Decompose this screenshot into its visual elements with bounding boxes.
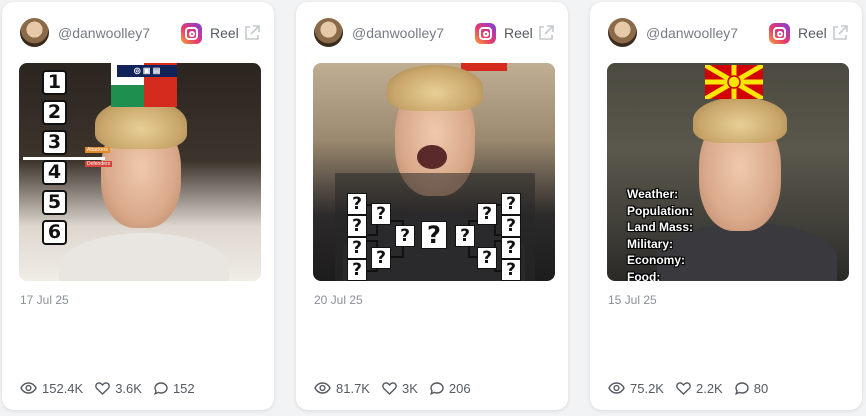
stat-line: Food: (627, 269, 661, 282)
bracket-slot: ? (477, 247, 497, 269)
instagram-icon (769, 23, 790, 44)
bracket-slot: ? (501, 193, 521, 215)
rank-banner: ◎ ▣ ▤ (117, 65, 177, 77)
rank-number: 1 (42, 70, 67, 95)
card-header: @danwoolley7 Reel (296, 2, 568, 64)
engagement-stats: 152.4K 3.6K 152 (20, 379, 207, 397)
card-header: @danwoolley7 Reel (2, 2, 274, 64)
comments-stat: 80 (734, 380, 769, 396)
video-thumbnail[interactable]: Weather: Population: Land Mass: Military… (607, 63, 849, 281)
post-date: 17 Jul 25 (20, 293, 69, 307)
shirt (59, 233, 229, 281)
card-header: @danwoolley7 Reel (590, 2, 862, 64)
avatar[interactable] (314, 18, 343, 47)
comments-stat: 152 (154, 381, 195, 396)
views-stat: 152.4K (20, 381, 83, 396)
bracket-slot: ? (477, 203, 497, 225)
post-date: 20 Jul 25 (314, 293, 363, 307)
avatar[interactable] (608, 18, 637, 47)
eye-icon (20, 382, 37, 394)
comments-count: 206 (448, 380, 471, 396)
external-link-icon[interactable] (831, 24, 849, 42)
views-count: 152.4K (42, 380, 84, 396)
views-count: 75.2K (630, 380, 664, 396)
stat-list-overlay: Weather: Population: Land Mass: Military… (627, 186, 693, 281)
video-thumbnail[interactable]: ? ? ? ? ? ? ? ? ? ? ? ? ? ? ? (313, 63, 555, 281)
rank-number: 5 (42, 190, 67, 215)
heart-icon (676, 381, 691, 395)
video-thumbnail[interactable]: ◎ ▣ ▤ 1 2 3 4 5 6 Attackers Defenders (19, 63, 261, 281)
stat-line: Military: (627, 236, 674, 251)
mouth (417, 145, 447, 169)
bracket-slot: ? (501, 259, 521, 281)
bracket-slot: ? (347, 237, 367, 259)
comment-icon (734, 381, 749, 395)
avatar[interactable] (20, 18, 49, 47)
bracket-slot: ? (501, 237, 521, 259)
post-type-label: Reel (210, 25, 239, 41)
stat-line: Population: (627, 203, 693, 218)
stat-line: Economy: (627, 253, 686, 267)
overlay-tag: Attackers (85, 147, 110, 153)
bracket-slot: ? (455, 225, 475, 247)
bracket-slot: ? (371, 247, 391, 269)
likes-count: 3.6K (115, 380, 142, 396)
flag (461, 63, 507, 71)
bracket-slot: ? (395, 225, 415, 247)
likes-stat: 2.2K (676, 381, 723, 396)
overlay-tag: Defenders (85, 161, 113, 167)
stat-line: Weather: (627, 187, 679, 201)
rank-number: 4 (42, 160, 67, 185)
views-stat: 81.7K (314, 381, 370, 396)
rank-number: 3 (42, 130, 67, 155)
heart-icon (95, 381, 111, 395)
instagram-icon (475, 23, 496, 44)
comments-stat: 206 (430, 381, 471, 396)
heart-icon (382, 381, 397, 395)
likes-count: 3K (401, 380, 418, 396)
bracket-slot: ? (347, 193, 367, 215)
rank-number: 2 (42, 100, 67, 125)
rank-number: 6 (42, 220, 67, 245)
post-date: 15 Jul 25 (608, 293, 657, 307)
post-card[interactable]: @danwoolley7 Reel ◎ ▣ ▤ 1 2 3 4 5 6 Atta… (2, 2, 274, 410)
eye-icon (608, 382, 625, 394)
views-stat: 75.2K (608, 381, 664, 396)
flag (705, 65, 763, 99)
bracket-slot: ? (501, 215, 521, 237)
eye-icon (314, 382, 331, 394)
likes-stat: 3.6K (95, 381, 142, 396)
views-count: 81.7K (336, 380, 370, 396)
hair (693, 97, 787, 143)
comments-count: 80 (753, 380, 769, 396)
comment-icon (154, 381, 168, 395)
post-card[interactable]: @danwoolley7 Reel ? ? ? ? ? ? ? ? ? ? ? … (296, 2, 568, 410)
likes-count: 2.2K (695, 380, 723, 396)
account-handle[interactable]: @danwoolley7 (58, 25, 150, 41)
comments-count: 152 (172, 380, 195, 396)
account-handle[interactable]: @danwoolley7 (352, 25, 444, 41)
external-link-icon[interactable] (537, 24, 555, 42)
post-type-label: Reel (504, 25, 533, 41)
engagement-stats: 81.7K 3K 206 (314, 379, 483, 397)
engagement-stats: 75.2K 2.2K 80 (608, 379, 780, 397)
stat-line: Land Mass: (627, 220, 694, 234)
hair (387, 65, 483, 111)
instagram-icon (181, 23, 202, 44)
bracket-slot: ? (347, 259, 367, 281)
bracket-final-slot: ? (421, 221, 447, 249)
external-link-icon[interactable] (243, 24, 261, 42)
bracket-slot: ? (371, 203, 391, 225)
comment-icon (430, 381, 444, 395)
post-type-label: Reel (798, 25, 827, 41)
account-handle[interactable]: @danwoolley7 (646, 25, 738, 41)
bracket-slot: ? (347, 215, 367, 237)
likes-stat: 3K (382, 381, 418, 396)
post-card[interactable]: @danwoolley7 Reel Weather: Population: L… (590, 2, 862, 410)
